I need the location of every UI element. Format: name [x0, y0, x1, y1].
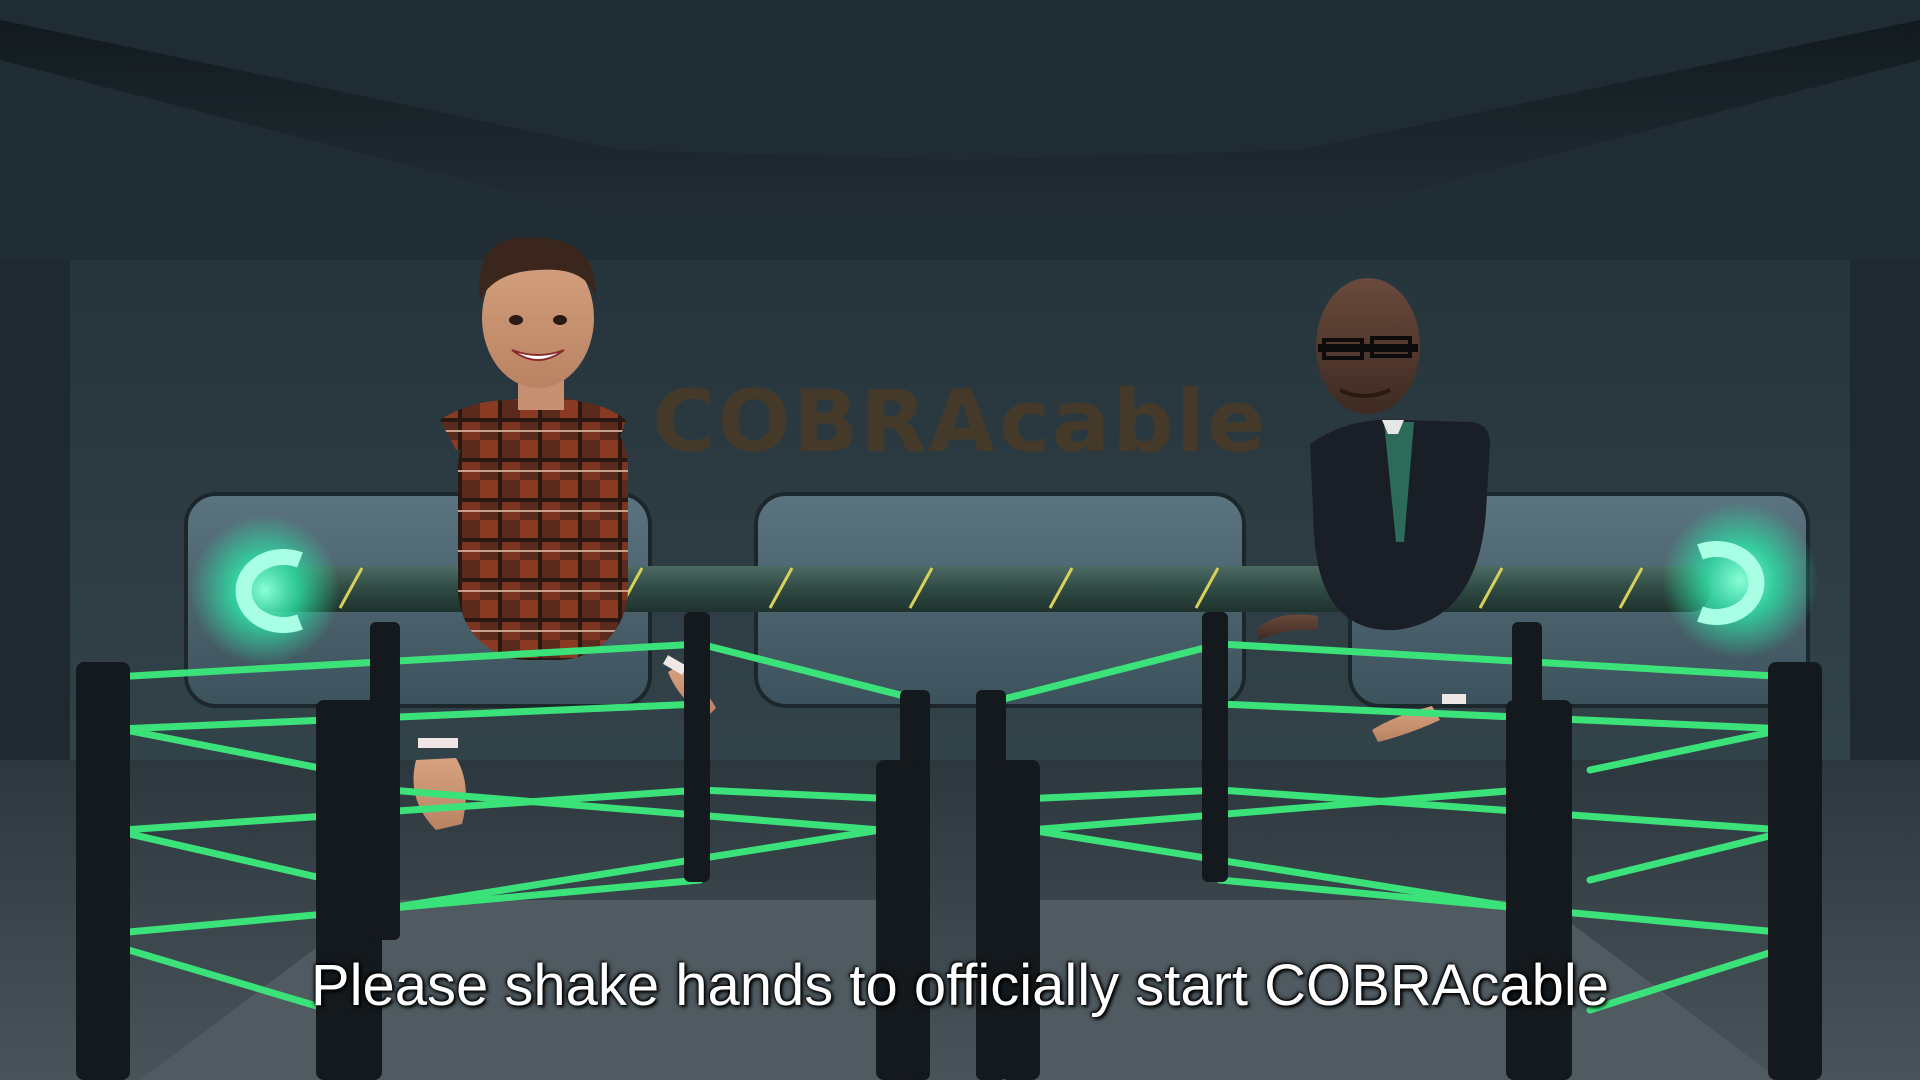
vr-scene [0, 0, 1920, 1080]
subtitle-caption: Please shake hands to officially start C… [310, 953, 1610, 1018]
wall-logo-lower: cable [999, 372, 1268, 472]
left-wall [0, 260, 70, 780]
cable-glow-left [190, 515, 340, 665]
cable-glow-right [1662, 502, 1818, 658]
right-wall [1850, 260, 1920, 780]
wall-logo: COBRAcable [0, 372, 1920, 472]
wall-logo-upper: COBRA [652, 372, 998, 472]
